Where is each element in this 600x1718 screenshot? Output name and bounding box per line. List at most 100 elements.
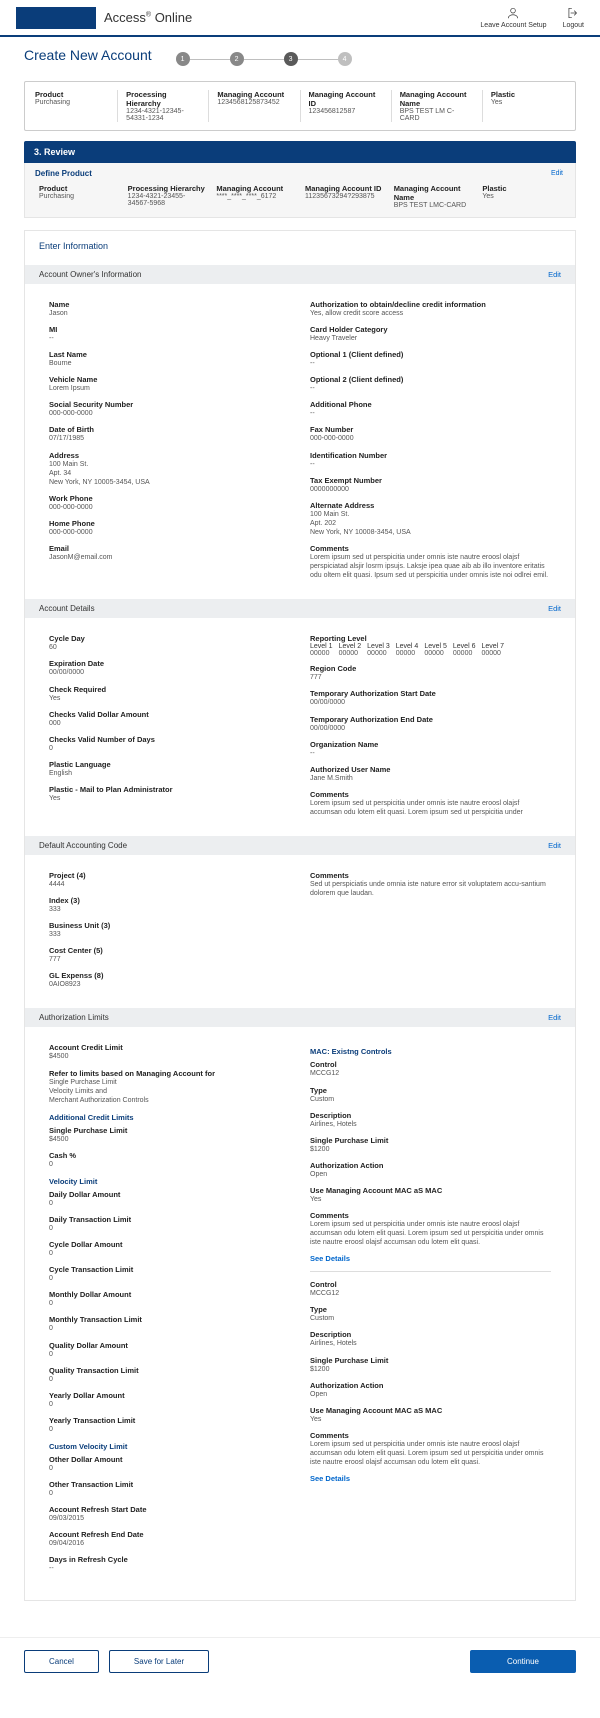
field-label: Monthly Transaction Limit [49, 1315, 290, 1324]
field-label: Use Managing Account MAC aS MAC [310, 1186, 551, 1195]
field: Checks Valid Dollar Amount000 [49, 710, 290, 728]
field-value: 07/17/1985 [49, 434, 290, 443]
field-label: Cost Center (5) [49, 946, 290, 955]
field-label: Account Refresh End Date [49, 1530, 290, 1539]
summary-item: Managing Account NameBPS TEST LM C-CARD [400, 90, 474, 122]
field-label: Description [310, 1330, 551, 1339]
leave-account-setup-button[interactable]: Leave Account Setup [480, 6, 546, 29]
continue-button[interactable]: Continue [470, 1650, 576, 1673]
cancel-button[interactable]: Cancel [24, 1650, 99, 1673]
field-label: Single Purchase Limit [310, 1356, 551, 1365]
logout-button[interactable]: Logout [563, 6, 584, 29]
field-value: -- [310, 749, 551, 758]
field-value: 0 [49, 1489, 290, 1498]
field-label: Optional 1 (Client defined) [310, 350, 551, 359]
field: Yearly Dollar Amount0 [49, 1391, 290, 1409]
field-label: Refer to limits based on Managing Accoun… [49, 1069, 290, 1078]
enter-information-title: Enter Information [25, 241, 575, 259]
field-label: Type [310, 1086, 551, 1095]
field-value: 00/00/0000 [310, 698, 551, 707]
field: Date of Birth07/17/1985 [49, 425, 290, 443]
page-title: Create New Account [24, 47, 152, 63]
field: Region Code777 [310, 664, 551, 682]
field: Authorized User NameJane M.Smith [310, 765, 551, 783]
field-label: Email [49, 544, 290, 553]
define-product-edit-link[interactable]: Edit [539, 164, 575, 183]
dac-edit-link[interactable]: Edit [548, 841, 561, 850]
summary-item: Processing Hierarchy1234-4321-12345-5433… [126, 90, 200, 122]
field: CommentsSed ut perspiciatis unde omnia i… [310, 871, 551, 898]
account-details-edit-link[interactable]: Edit [548, 604, 561, 613]
field-value: -- [49, 1564, 290, 1573]
subsection-title: MAC: Existng Controls [310, 1047, 551, 1056]
field-value: 0 [49, 1375, 290, 1384]
field: Account Refresh Start Date09/03/2015 [49, 1505, 290, 1523]
field-value: Airlines, Hotels [310, 1339, 551, 1348]
field: Days in Refresh Cycle-- [49, 1555, 290, 1573]
subsection-title: Additional Credit Limits [49, 1113, 290, 1122]
field-label: Authorization Action [310, 1381, 551, 1390]
field: Daily Transaction Limit0 [49, 1215, 290, 1233]
field-label: Temporary Authorization Start Date [310, 689, 551, 698]
save-for-later-button[interactable]: Save for Later [109, 1650, 209, 1673]
field-value: Lorem ipsum sed ut perspicitia under omn… [310, 553, 551, 580]
logout-icon [566, 6, 580, 20]
field: Temporary Authorization End Date00/00/00… [310, 715, 551, 733]
field: Identification Number-- [310, 451, 551, 469]
owner-section-header: Account Owner's Information Edit [25, 265, 575, 284]
field-label: Checks Valid Number of Days [49, 735, 290, 744]
field: CommentsLorem ipsum sed ut perspicitia u… [310, 1211, 551, 1247]
field: Home Phone000-000-0000 [49, 519, 290, 537]
footer-actions: Cancel Save for Later Continue [0, 1637, 600, 1693]
define-product-item: ProductPurchasing [39, 184, 118, 209]
define-product-item: PlasticYes [482, 184, 561, 209]
field-label: Quality Dollar Amount [49, 1341, 290, 1350]
field-label: Use Managing Account MAC aS MAC [310, 1406, 551, 1415]
field: Account Credit Limit$4500 [49, 1043, 290, 1061]
field: Daily Dollar Amount0 [49, 1190, 290, 1208]
field-label: Name [49, 300, 290, 309]
field-label: Temporary Authorization End Date [310, 715, 551, 724]
field: Yearly Transaction Limit0 [49, 1416, 290, 1434]
field-label: Additional Phone [310, 400, 551, 409]
field: Optional 2 (Client defined)-- [310, 375, 551, 393]
logo [16, 7, 96, 29]
field-label: Social Security Number [49, 400, 290, 409]
see-details-link[interactable]: See Details [310, 1254, 551, 1263]
field: GL Expenss (8)0AIO8923 [49, 971, 290, 989]
owner-edit-link[interactable]: Edit [548, 270, 561, 279]
field-value: -- [310, 460, 551, 469]
field-label: Comments [310, 1211, 551, 1220]
field: TypeCustom [310, 1305, 551, 1323]
field-value: $1200 [310, 1145, 551, 1154]
field-value: 0 [49, 1299, 290, 1308]
field-value: 0000000000 [310, 485, 551, 494]
field: CommentsLorem ipsum sed ut perspicitia u… [310, 544, 551, 580]
field-label: Comments [310, 544, 551, 553]
field-label: Control [310, 1060, 551, 1069]
field: Monthly Transaction Limit0 [49, 1315, 290, 1333]
user-icon [506, 6, 520, 20]
field-label: Optional 2 (Client defined) [310, 375, 551, 384]
field-label: Other Dollar Amount [49, 1455, 290, 1464]
field-value: 60 [49, 643, 290, 652]
field-label: Comments [310, 871, 551, 880]
field-label: Authorization to obtain/decline credit i… [310, 300, 551, 309]
field: Tax Exempt Number0000000000 [310, 476, 551, 494]
field: Address100 Main St.Apt. 34New York, NY 1… [49, 451, 290, 487]
account-details-section-header: Account Details Edit [25, 599, 575, 618]
field-label: GL Expenss (8) [49, 971, 290, 980]
field-label: Comments [310, 790, 551, 799]
summary-item: Managing Account ID123456812587 [309, 90, 383, 122]
see-details-link[interactable]: See Details [310, 1474, 551, 1483]
field: Alternate Address100 Main St.Apt. 202New… [310, 501, 551, 537]
field-value: Yes [49, 694, 290, 703]
field-label: Single Purchase Limit [310, 1136, 551, 1145]
subsection-title: Custom Velocity Limit [49, 1442, 290, 1451]
field-value: 0 [49, 744, 290, 753]
field-value: Lorem ipsum sed ut perspicitia under omn… [310, 1440, 551, 1467]
field-label: Days in Refresh Cycle [49, 1555, 290, 1564]
field: EmailJasonM@email.com [49, 544, 290, 562]
auth-edit-link[interactable]: Edit [548, 1013, 561, 1022]
summary-item: ProductPurchasing [35, 90, 109, 122]
